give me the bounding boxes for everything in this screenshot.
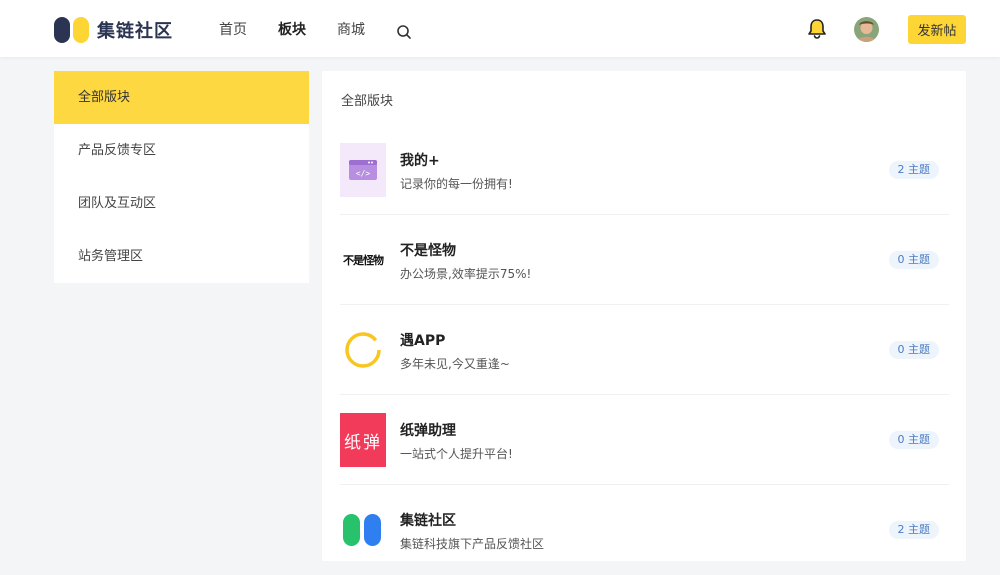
nav-home[interactable]: 首页 — [219, 20, 247, 40]
nav-shop[interactable]: 商城 — [337, 20, 365, 40]
topic-count-badge: 0 主题 — [888, 431, 939, 449]
nav-boards[interactable]: 板块 — [278, 20, 306, 40]
board-item[interactable]: 集链社区 集链科技旗下产品反馈社区 2 主题 — [340, 485, 949, 575]
topic-count-badge: 0 主题 — [888, 251, 939, 269]
topic-count-badge: 0 主题 — [888, 341, 939, 359]
board-name: 遇APP — [400, 333, 446, 349]
bell-icon[interactable] — [806, 18, 828, 40]
sidebar-item-product-feedback[interactable]: 产品反馈专区 — [54, 124, 309, 177]
topic-count-badge: 2 主题 — [888, 521, 939, 539]
sidebar-item-all-boards[interactable]: 全部版块 — [54, 71, 309, 124]
search-icon[interactable] — [396, 24, 412, 40]
board-item[interactable]: 纸弹 纸弹助理 一站式个人提升平台! 0 主题 — [340, 395, 949, 485]
logo-text: 集链社区 — [97, 21, 173, 42]
main-nav: 首页 板块 商城 — [219, 20, 412, 40]
board-description: 一站式个人提升平台! — [400, 447, 513, 461]
board-description: 办公场景,效率提示75%! — [400, 267, 532, 281]
ring-logo-icon — [340, 323, 386, 377]
top-navigation-bar: 集链社区 首页 板块 商城 发新帖 — [0, 0, 1000, 57]
board-item[interactable]: </> 我的+ 记录你的每一份拥有! 2 主题 — [340, 125, 949, 215]
code-window-icon: </> — [340, 143, 386, 197]
board-name: 集链社区 — [400, 513, 456, 529]
user-avatar[interactable] — [854, 17, 879, 42]
site-logo[interactable]: 集链社区 — [54, 16, 173, 44]
board-name: 不是怪物 — [400, 243, 456, 259]
board-category-sidebar: 全部版块 产品反馈专区 团队及互动区 站务管理区 — [54, 71, 309, 283]
sidebar-item-site-admin[interactable]: 站务管理区 — [54, 230, 309, 283]
board-description: 记录你的每一份拥有! — [400, 177, 513, 191]
board-description: 集链科技旗下产品反馈社区 — [400, 537, 545, 551]
svg-text:</>: </> — [356, 169, 371, 178]
board-name: 我的+ — [400, 153, 440, 169]
jilian-logo-icon — [340, 503, 386, 557]
board-item[interactable]: 不是怪物 不是怪物 办公场景,效率提示75%! 0 主题 — [340, 215, 949, 305]
page-title: 全部版块 — [341, 94, 394, 109]
paper-bullet-logo-icon: 纸弹 — [340, 413, 386, 467]
sidebar-item-team-interaction[interactable]: 团队及互动区 — [54, 177, 309, 230]
board-description: 多年未见,今又重逢~ — [400, 357, 510, 371]
new-post-button[interactable]: 发新帖 — [908, 15, 966, 44]
board-name: 纸弹助理 — [400, 423, 456, 439]
board-list-panel: 全部版块 </> 我的+ 记录你的每一份拥有! 2 主题 不是怪物 不是怪物 办… — [322, 71, 966, 561]
calligraphy-logo-icon: 不是怪物 — [343, 254, 384, 267]
board-item[interactable]: 遇APP 多年未见,今又重逢~ 0 主题 — [340, 305, 949, 395]
topic-count-badge: 2 主题 — [888, 161, 939, 179]
logo-icon — [54, 17, 89, 43]
